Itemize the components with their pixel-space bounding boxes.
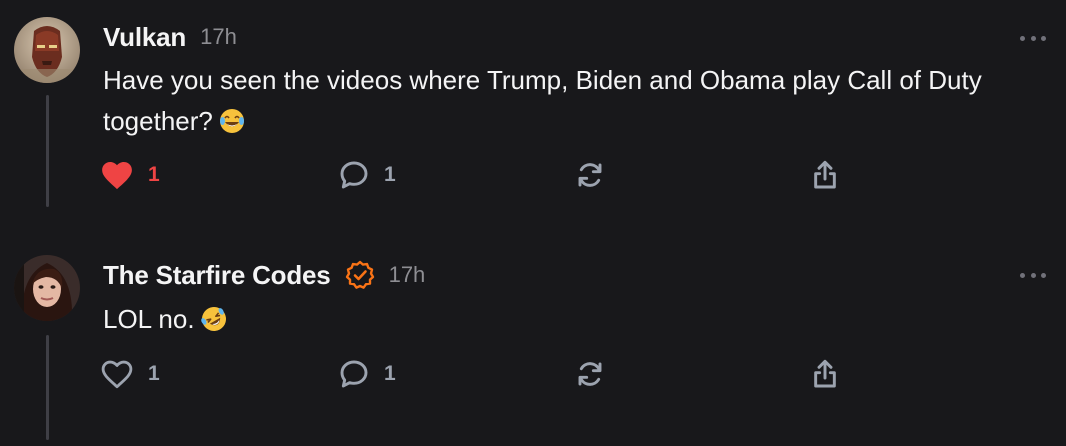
reply-button[interactable]: 1 [338, 356, 396, 392]
timestamp[interactable]: 17h [389, 262, 426, 288]
dot-icon [1030, 272, 1036, 278]
dot-icon [1020, 35, 1025, 41]
timestamp[interactable]: 17h [200, 24, 237, 50]
reply-button[interactable]: 1 [338, 157, 396, 193]
post-header: The Starfire Codes 17h [103, 257, 425, 293]
author-name[interactable]: The Starfire Codes [103, 260, 331, 291]
post: Vulkan 17h Have you seen the videos wher… [0, 0, 1066, 220]
post-text-content: LOL no. [103, 304, 195, 334]
post-actions: 1 1 [100, 157, 860, 193]
author-name[interactable]: Vulkan [103, 22, 186, 53]
share-button[interactable] [809, 157, 841, 193]
face-with-tears-of-joy-icon [219, 105, 245, 146]
dot-icon [1020, 272, 1025, 278]
heart-icon [101, 360, 133, 389]
more-options-button[interactable] [1020, 33, 1046, 43]
avatar[interactable] [14, 255, 80, 321]
share-icon [814, 160, 836, 189]
repost-button[interactable] [574, 356, 606, 392]
thread-line [46, 335, 49, 440]
more-options-button[interactable] [1020, 270, 1046, 280]
post-text: LOL no. [103, 299, 1043, 344]
heart-filled-icon [102, 161, 132, 190]
dot-icon [1041, 35, 1046, 41]
comment-icon [340, 161, 368, 189]
repost-icon [578, 362, 602, 386]
dot-icon [1041, 272, 1046, 278]
rolling-on-the-floor-laughing-icon [200, 303, 227, 344]
avatar[interactable] [14, 17, 80, 83]
like-button[interactable]: 1 [100, 356, 160, 392]
thread-line [46, 95, 49, 207]
avatar-image [14, 17, 80, 83]
repost-icon [578, 163, 602, 187]
like-button[interactable]: 1 [100, 157, 160, 193]
reply-count: 1 [384, 362, 396, 385]
post-text: Have you seen the videos where Trump, Bi… [103, 60, 1043, 146]
avatar-image [14, 255, 80, 321]
comment-icon [340, 360, 368, 388]
like-count: 1 [148, 362, 160, 385]
post: The Starfire Codes 17h LOL no. 1 1 [0, 220, 1066, 446]
post-header: Vulkan 17h [103, 19, 237, 55]
share-icon [814, 359, 836, 388]
dot-icon [1030, 35, 1036, 41]
like-count: 1 [148, 163, 160, 186]
share-button[interactable] [809, 356, 841, 392]
verified-badge-icon [345, 260, 375, 290]
repost-button[interactable] [574, 157, 606, 193]
reply-count: 1 [384, 163, 396, 186]
post-actions: 1 1 [100, 356, 860, 392]
